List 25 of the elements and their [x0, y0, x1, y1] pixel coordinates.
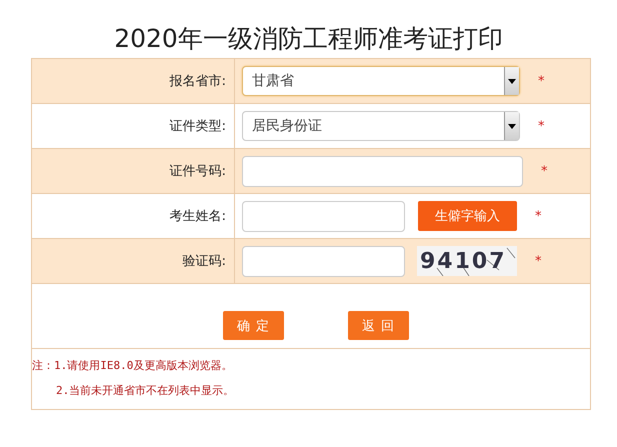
required-mark: *	[538, 118, 544, 134]
page-title: 2020年一级消防工程师准考证打印	[113, 23, 504, 55]
dropdown[interactable]: 甘肃省	[242, 66, 520, 96]
form-button[interactable]: 返 回	[348, 311, 409, 340]
form-button[interactable]: 确 定	[223, 311, 284, 340]
note-text: 1.请使用IE8.0及更高版本浏览器。	[54, 358, 232, 373]
field-label: 证件号码:	[170, 163, 226, 180]
caret-icon	[504, 67, 519, 95]
note-label: 注：	[32, 358, 54, 373]
required-mark: *	[538, 74, 544, 88]
input-field[interactable]	[242, 246, 405, 276]
required-mark: *	[541, 164, 548, 178]
field-label: 验证码:	[182, 253, 226, 270]
field-label: 考生姓名:	[170, 208, 226, 225]
required-mark: *	[535, 208, 542, 224]
caret-icon	[504, 112, 519, 140]
input-field[interactable]	[242, 200, 405, 232]
rare-character-button[interactable]: 生僻字输入	[418, 201, 517, 231]
captcha-image: 94107	[417, 246, 517, 276]
field-label: 报名省市:	[170, 73, 226, 90]
note-text: 2.当前未开通省市不在列表中显示。	[56, 383, 234, 398]
input-field[interactable]	[242, 156, 523, 186]
dropdown[interactable]: 居民身份证	[242, 111, 520, 141]
field-label: 证件类型:	[170, 118, 226, 135]
required-mark: *	[535, 254, 542, 268]
